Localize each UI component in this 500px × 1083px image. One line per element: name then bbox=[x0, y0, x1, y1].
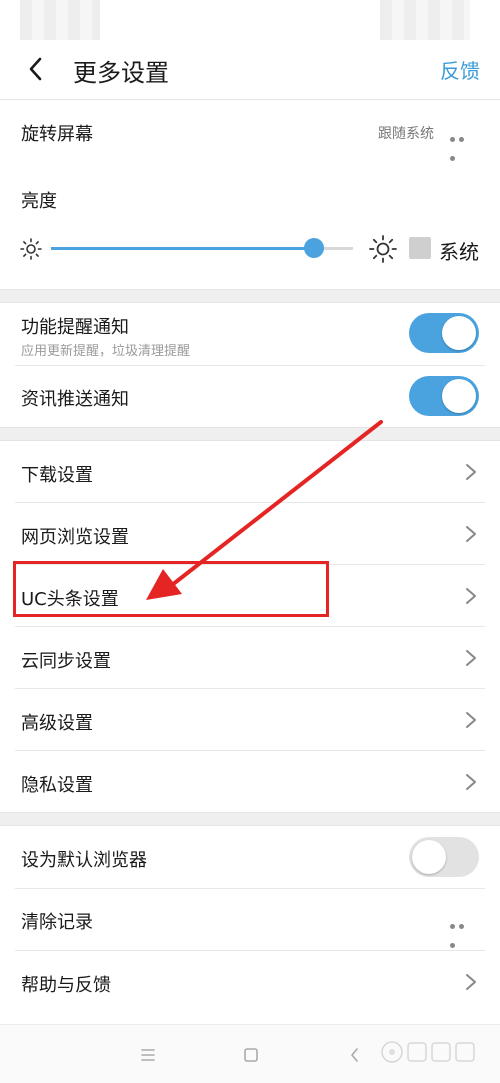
back-arrow-icon bbox=[29, 57, 42, 81]
news-notification-label: 资讯推送通知 bbox=[21, 389, 129, 410]
highlight-box bbox=[13, 561, 329, 617]
default-browser-toggle[interactable] bbox=[409, 837, 479, 877]
clear-history-row[interactable]: 清除记录 bbox=[0, 889, 500, 950]
sun-small-icon bbox=[20, 238, 42, 260]
brightness-section: 亮度 bbox=[0, 163, 500, 289]
toggle-knob bbox=[442, 379, 476, 413]
back-icon[interactable] bbox=[345, 1045, 365, 1065]
back-button[interactable] bbox=[22, 54, 52, 84]
menu-icon[interactable] bbox=[138, 1045, 158, 1065]
rotate-screen-row[interactable]: 旋转屏幕 跟随系统 bbox=[0, 101, 500, 163]
brightness-label: 亮度 bbox=[21, 191, 57, 212]
chevron-right-icon bbox=[466, 588, 476, 604]
system-brightness-checkbox[interactable] bbox=[409, 237, 431, 259]
help-feedback-row[interactable]: 帮助与反馈 bbox=[0, 951, 500, 1013]
chevron-right-icon bbox=[466, 774, 476, 790]
watermark-logo bbox=[381, 1041, 475, 1063]
chevron-right-icon bbox=[466, 712, 476, 728]
privacy-settings-label: 隐私设置 bbox=[21, 775, 93, 796]
toggle-knob bbox=[412, 840, 446, 874]
feature-notification-toggle[interactable] bbox=[409, 313, 479, 353]
rotate-screen-label: 旋转屏幕 bbox=[21, 124, 93, 145]
privacy-settings-row[interactable]: 隐私设置 bbox=[0, 751, 500, 812]
news-notification-row[interactable]: 资讯推送通知 bbox=[0, 366, 500, 427]
more-dots-icon[interactable] bbox=[450, 127, 476, 161]
more-dots-icon[interactable] bbox=[450, 914, 476, 948]
news-notification-toggle[interactable] bbox=[409, 376, 479, 416]
status-bar-blur-right bbox=[380, 0, 470, 40]
sun-large-icon bbox=[369, 235, 397, 263]
chevron-right-icon bbox=[466, 526, 476, 542]
download-settings-label: 下载设置 bbox=[21, 465, 93, 486]
brightness-slider-thumb[interactable] bbox=[303, 238, 324, 258]
download-settings-row[interactable]: 下载设置 bbox=[0, 441, 500, 502]
chevron-right-icon bbox=[466, 974, 476, 990]
system-brightness-label: 系统 bbox=[439, 240, 479, 264]
help-feedback-label: 帮助与反馈 bbox=[21, 975, 111, 996]
advanced-settings-row[interactable]: 高级设置 bbox=[0, 689, 500, 750]
home-icon[interactable] bbox=[241, 1045, 261, 1065]
cloud-sync-settings-row[interactable]: 云同步设置 bbox=[0, 627, 500, 688]
default-browser-label: 设为默认浏览器 bbox=[21, 850, 147, 871]
chevron-right-icon bbox=[466, 650, 476, 666]
header: 更多设置 反馈 bbox=[0, 38, 500, 100]
brightness-slider-fill bbox=[51, 247, 314, 250]
section-gap bbox=[0, 427, 500, 441]
feature-notification-sub: 应用更新提醒，垃圾清理提醒 bbox=[21, 344, 191, 359]
web-browse-settings-label: 网页浏览设置 bbox=[21, 527, 129, 548]
web-browse-settings-row[interactable]: 网页浏览设置 bbox=[0, 503, 500, 564]
default-browser-row[interactable]: 设为默认浏览器 bbox=[0, 826, 500, 888]
section-gap bbox=[0, 812, 500, 826]
feature-notification-row[interactable]: 功能提醒通知 应用更新提醒，垃圾清理提醒 bbox=[0, 303, 500, 365]
feedback-link[interactable]: 反馈 bbox=[440, 55, 480, 84]
toggle-knob bbox=[442, 316, 476, 350]
status-bar-blur-left bbox=[20, 0, 100, 40]
cloud-sync-settings-label: 云同步设置 bbox=[21, 651, 111, 672]
clear-history-label: 清除记录 bbox=[21, 912, 93, 933]
brightness-slider[interactable] bbox=[51, 238, 353, 258]
feature-notification-label: 功能提醒通知 bbox=[21, 317, 129, 338]
section-gap bbox=[0, 289, 500, 303]
page-title: 更多设置 bbox=[73, 59, 169, 87]
rotate-screen-value: 跟随系统 bbox=[378, 126, 434, 142]
advanced-settings-label: 高级设置 bbox=[21, 713, 93, 734]
chevron-right-icon bbox=[466, 464, 476, 480]
